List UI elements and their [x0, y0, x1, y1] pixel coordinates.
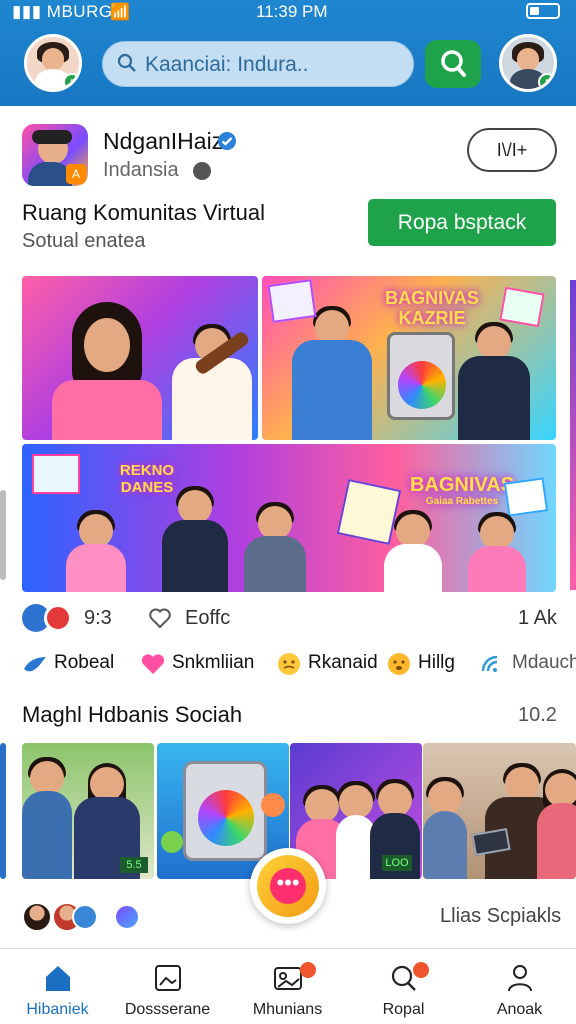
location-icon	[193, 162, 211, 180]
search-icon	[117, 53, 136, 72]
person-figure	[52, 302, 162, 440]
person-icon	[507, 965, 532, 992]
verified-icon	[218, 132, 236, 150]
carousel-edge-right	[570, 280, 576, 590]
carrier-label: ▮▮▮ MBURG	[12, 2, 113, 21]
primary-action-button[interactable]: Ropa bsptack	[368, 199, 556, 246]
carousel-edge-left	[0, 490, 6, 580]
avatar	[114, 904, 140, 930]
app-header: ▮▮▮ MBURG 📶 11:39 PM • •	[0, 0, 576, 106]
person-figure	[66, 510, 126, 592]
nav-anoak[interactable]: Anoak	[462, 949, 576, 1024]
notification-badge-icon	[413, 962, 429, 978]
media-tile-2[interactable]: BAGNIVAS KAZRIE	[262, 276, 556, 440]
search-bar[interactable]	[102, 41, 414, 87]
status-time: 11:39 PM	[256, 2, 328, 21]
chip-rkanaid[interactable]: Rkanaid	[276, 650, 386, 678]
status-bar: ▮▮▮ MBURG 📶 11:39 PM	[0, 0, 576, 28]
ball-image	[161, 831, 183, 853]
photo-card-image	[32, 454, 80, 494]
channel-name: NdganIHaiz	[103, 128, 224, 154]
chip-mdauch[interactable]: Mdauch	[480, 650, 576, 678]
more-actions-button[interactable]: •••	[250, 848, 326, 924]
community-subtitle: Sotual enatea	[22, 230, 146, 252]
bottom-nav: Hibaniek Dossserane Mhunians Ropal Anoak	[0, 948, 576, 1024]
online-badge: •	[63, 73, 79, 89]
emoji-icon	[388, 653, 410, 675]
machine-image	[183, 761, 267, 861]
wifi-icon: 📶	[110, 4, 130, 21]
person-figure	[292, 306, 372, 440]
banner-text: BAGNIVAS KAZRIE	[385, 288, 479, 328]
community-title: Ruang Komunitas Virtual	[22, 200, 265, 225]
chip-snkmliian[interactable]: Snkmliian	[140, 650, 270, 678]
photo-card-image	[503, 477, 549, 517]
heart-label[interactable]: Eoffc	[185, 607, 230, 630]
gallery-icon	[273, 967, 302, 990]
ball-image	[261, 793, 285, 817]
profile-avatar[interactable]: •	[499, 34, 557, 92]
emoji-icon	[278, 653, 300, 675]
person-figure	[537, 769, 576, 879]
more-icon: •••	[270, 868, 306, 904]
follow-button[interactable]: I\/I+	[467, 128, 557, 172]
person-figure	[458, 322, 530, 440]
person-figure	[423, 777, 467, 879]
media-tile-3[interactable]: REKNO DANES BAGNIVAS Gaiaa Rabettes	[22, 444, 556, 592]
home-icon	[45, 966, 70, 991]
love-icon	[44, 604, 72, 632]
tag-label: 5.5	[120, 857, 148, 873]
participants-label: Llias Scpiakls	[440, 905, 562, 927]
avatar	[22, 902, 52, 932]
battery-icon	[526, 3, 560, 19]
search-button[interactable]	[425, 40, 481, 88]
thumbnail-4[interactable]	[423, 743, 576, 879]
nav-home[interactable]: Hibaniek	[0, 949, 115, 1024]
photo-card-image	[267, 279, 317, 323]
machine-image	[387, 332, 455, 420]
bird-icon	[24, 657, 46, 672]
banner-text: BAGNIVAS	[409, 474, 515, 496]
user-avatar[interactable]: •	[24, 34, 82, 92]
heart-icon[interactable]	[148, 606, 172, 630]
image-icon	[154, 965, 181, 991]
wifi-icon	[481, 655, 498, 672]
section-title: Maghl Hdbanis Sociah	[22, 702, 243, 727]
app-badge-icon: A	[66, 164, 86, 184]
nav-ropal[interactable]: Ropal	[346, 949, 461, 1024]
avatar	[72, 904, 98, 930]
thumbnail-1[interactable]: 5.5	[22, 743, 154, 879]
chip-hillg[interactable]: Hillg	[386, 650, 476, 678]
person-figure	[162, 486, 228, 592]
person-figure	[468, 512, 526, 592]
person-figure	[22, 757, 72, 879]
search-input[interactable]	[145, 50, 403, 80]
nav-mhunians[interactable]: Mhunians	[230, 949, 345, 1024]
channel-avatar[interactable]: A	[22, 124, 88, 186]
notification-badge-icon	[300, 962, 316, 978]
channel-location: Indansia	[103, 159, 179, 181]
media-tile-1[interactable]	[22, 276, 258, 440]
online-badge: •	[538, 73, 554, 89]
search-icon	[441, 50, 466, 77]
share-count: 1 Ak	[518, 607, 557, 629]
section-meta: 10.2	[518, 704, 557, 726]
reaction-count: 9:3	[84, 607, 112, 629]
tag-label: LOO	[382, 855, 412, 871]
heart-icon	[141, 654, 165, 674]
chip-robeal[interactable]: Robeal	[22, 650, 132, 678]
person-figure	[384, 510, 442, 592]
photo-card-image	[499, 286, 545, 328]
nav-dossserane[interactable]: Dossserane	[110, 949, 225, 1024]
person-figure	[244, 502, 306, 592]
banner-subtext: Gaiaa Rabettes	[425, 496, 499, 507]
thumbnail-edge	[0, 743, 6, 879]
